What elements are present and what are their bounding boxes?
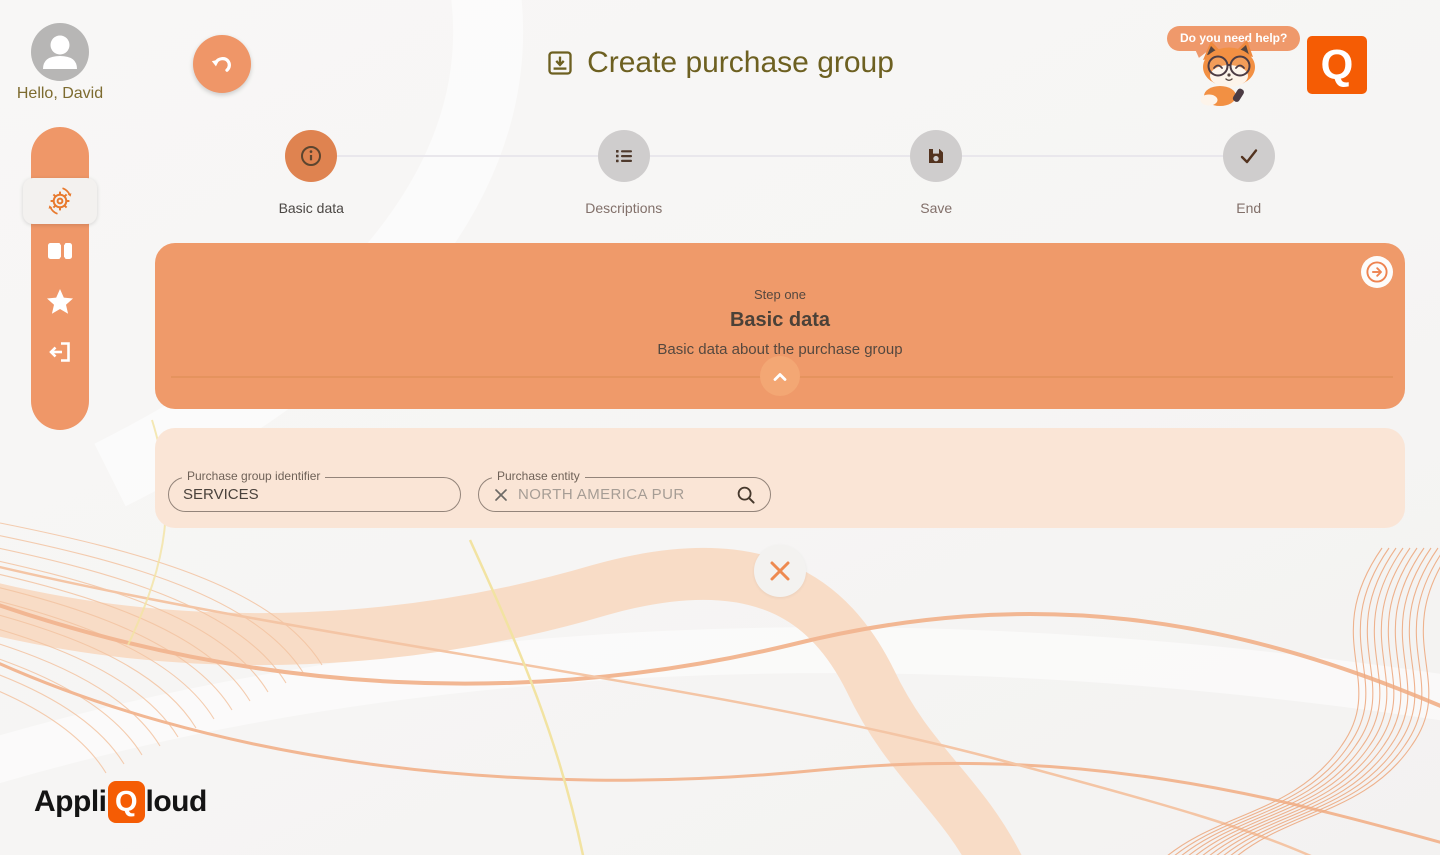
purchase-group-identifier-input[interactable]: [183, 486, 446, 503]
arrow-circle-right-icon: [1365, 260, 1389, 284]
banner-title: Basic data: [155, 309, 1405, 332]
sidebar-item-favorites[interactable]: [31, 288, 89, 315]
save-icon: [925, 145, 947, 167]
fox-mascot[interactable]: [1190, 40, 1270, 108]
app-window: Hello, David Create purchase group Do yo…: [0, 0, 1440, 855]
appliqloud-logo: Appli Q loud: [34, 781, 207, 823]
sidebar-item-modules[interactable]: [31, 240, 89, 262]
next-step-button[interactable]: [1361, 256, 1393, 288]
purchase-entity-field[interactable]: Purchase entity: [478, 477, 771, 512]
collapse-banner-button[interactable]: [760, 356, 800, 396]
step-label: Descriptions: [585, 200, 662, 216]
step-save: Save: [780, 130, 1093, 216]
logout-icon: [47, 339, 73, 365]
banner-step-label: Step one: [155, 287, 1405, 302]
step-basic-data-circle[interactable]: [285, 130, 337, 182]
list-icon: [613, 145, 635, 167]
step-end-circle[interactable]: [1223, 130, 1275, 182]
close-form-button[interactable]: [754, 545, 806, 597]
chevron-up-icon: [771, 369, 789, 384]
star-icon: [46, 288, 74, 315]
check-icon: [1237, 144, 1261, 168]
info-icon: [299, 144, 323, 168]
stepper: Basic data Descriptions: [155, 130, 1405, 216]
modules-icon: [47, 240, 73, 262]
sidebar-item-process-settings[interactable]: [23, 178, 97, 224]
user-greeting: Hello, David: [8, 85, 112, 103]
step-label: Save: [920, 200, 952, 216]
field-label: Purchase entity: [492, 469, 585, 483]
clear-icon[interactable]: [493, 487, 509, 503]
sidebar-item-logout[interactable]: [31, 339, 89, 365]
step-basic-data: Basic data: [155, 130, 468, 216]
brand-q-logo[interactable]: Q: [1307, 36, 1367, 94]
search-icon[interactable]: [736, 485, 756, 505]
step-label: End: [1236, 200, 1261, 216]
basic-data-form-panel: Purchase group identifier Purchase entit…: [155, 428, 1405, 528]
close-icon: [767, 558, 793, 584]
step-banner: Step one Basic data Basic data about the…: [155, 243, 1405, 409]
step-label: Basic data: [279, 200, 344, 216]
create-group-icon: [546, 49, 574, 77]
step-end: End: [1093, 130, 1406, 216]
step-descriptions-circle[interactable]: [598, 130, 650, 182]
page-title-text: Create purchase group: [587, 46, 894, 80]
field-label: Purchase group identifier: [182, 469, 325, 483]
logo-text-post: loud: [146, 785, 207, 819]
purchase-group-identifier-field[interactable]: Purchase group identifier: [168, 477, 461, 512]
sidebar: [31, 127, 89, 430]
step-descriptions: Descriptions: [468, 130, 781, 216]
step-save-circle[interactable]: [910, 130, 962, 182]
logo-text-pre: Appli: [34, 785, 107, 819]
purchase-entity-input[interactable]: [518, 486, 727, 503]
logo-q-block: Q: [108, 781, 145, 823]
process-settings-icon: [45, 186, 75, 216]
